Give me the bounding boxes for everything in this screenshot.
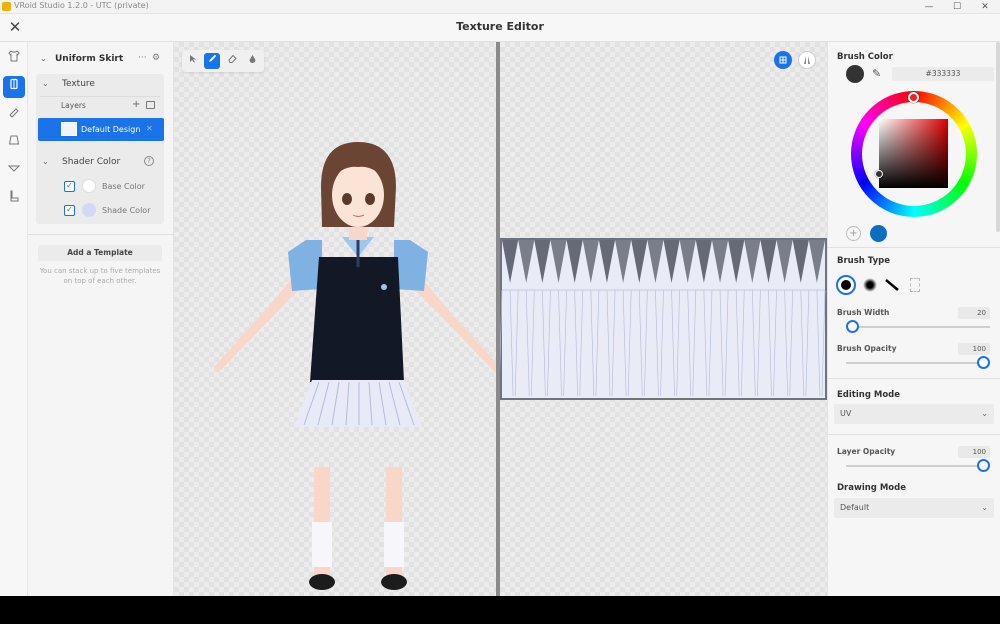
brush-type-hard-button[interactable] [836, 275, 856, 295]
maximize-button[interactable]: ☐ [944, 0, 970, 14]
os-window-title: VRoid Studio 1.2.0 - UTC (private) [14, 1, 149, 10]
brush-type-soft-button[interactable] [863, 278, 877, 292]
base-color-checkbox[interactable]: ✓ [64, 181, 75, 192]
bottom-bar [0, 596, 1000, 624]
add-color-icon[interactable]: + [846, 226, 861, 241]
base-color-label: Base Color [102, 182, 145, 191]
brush-opacity-value[interactable]: 100 [958, 343, 990, 355]
eraser-tool-icon[interactable] [224, 53, 240, 69]
brush-width-thumb[interactable] [846, 320, 859, 333]
import-image-icon[interactable] [146, 101, 155, 109]
brush-settings-panel: Brush Color ✎ #333333 + Brush Type Brush… [827, 42, 1000, 596]
shirt-icon[interactable] [3, 48, 25, 70]
color-handle[interactable] [875, 170, 883, 178]
brush-opacity-label: Brush Opacity [837, 344, 897, 353]
layer-opacity-label: Layer Opacity [837, 447, 896, 456]
drawing-mode-value: Default [840, 503, 870, 512]
os-titlebar: VRoid Studio 1.2.0 - UTC (private) — ☐ ✕ [0, 0, 1000, 14]
divider [828, 378, 1000, 379]
layer-opacity-thumb[interactable] [977, 459, 990, 472]
layer-opacity-slider[interactable] [846, 465, 990, 467]
editing-mode-label: Editing Mode [837, 390, 901, 400]
eyedropper-icon[interactable]: ✎ [872, 67, 881, 80]
shoe-icon[interactable] [3, 188, 25, 210]
uv-texture-map[interactable] [500, 238, 827, 400]
select-tool-icon[interactable] [185, 53, 201, 69]
shade-color-swatch[interactable] [82, 203, 96, 217]
layer-panel: ⌄ Uniform Skirt ··· ⚙ ⌄ Texture Layers +… [28, 42, 174, 596]
texture-section-title: Texture [62, 79, 95, 89]
layer-opacity-value[interactable]: 100 [958, 446, 990, 458]
hex-color-input[interactable]: #333333 [892, 67, 994, 81]
template-hint: You can stack up to five templates on to… [39, 267, 161, 285]
add-template-button[interactable]: Add a Template [38, 245, 162, 261]
add-layer-icon[interactable]: + [132, 99, 140, 110]
settings-sliders-icon[interactable]: ⚙ [152, 53, 160, 63]
brush-tool-icon[interactable] [204, 53, 220, 69]
current-color-swatch[interactable] [846, 65, 864, 83]
tool-palette [182, 50, 264, 72]
accessory-icon[interactable] [3, 160, 25, 182]
minimize-button[interactable]: — [916, 0, 942, 14]
brush-type-custom-button[interactable] [910, 278, 920, 292]
item-name: Uniform Skirt [55, 54, 124, 64]
drawing-mode-select[interactable]: Default ⌄ [834, 498, 994, 518]
chevron-down-icon: ⌄ [981, 503, 988, 512]
layer-thumbnail [61, 122, 77, 136]
collapse-item-icon[interactable]: ⌄ [40, 54, 47, 63]
divider [28, 234, 174, 235]
base-color-swatch[interactable] [82, 179, 96, 193]
avatar-model [214, 142, 500, 590]
more-options-icon[interactable]: ··· [138, 53, 147, 63]
brush-width-label: Brush Width [837, 308, 890, 317]
chevron-down-icon: ⌄ [981, 409, 988, 418]
brush-opacity-thumb[interactable] [977, 356, 990, 369]
hue-handle[interactable] [908, 92, 919, 103]
panel-scrollbar[interactable] [996, 42, 1000, 232]
help-icon[interactable]: ? [144, 156, 154, 166]
shade-color-label: Shade Color [102, 206, 151, 215]
collapse-shader-icon[interactable]: ⌄ [42, 157, 49, 166]
window-close-button[interactable]: ✕ [972, 0, 998, 14]
page-title: Texture Editor [456, 20, 544, 33]
fill-tool-icon[interactable] [244, 53, 260, 69]
jacket-icon[interactable] [3, 76, 25, 98]
category-rail [0, 42, 28, 596]
app-icon [2, 2, 11, 11]
editing-mode-select[interactable]: UV ⌄ [834, 404, 994, 424]
mirror-view-icon[interactable] [798, 51, 816, 69]
collapse-texture-icon[interactable]: ⌄ [42, 79, 49, 88]
editing-mode-value: UV [840, 409, 852, 418]
brush-type-label: Brush Type [837, 256, 890, 266]
saturation-value-square[interactable] [879, 119, 948, 188]
shader-section-title: Shader Color [62, 157, 121, 167]
divider [828, 434, 1000, 435]
brush-width-value[interactable]: 20 [958, 307, 990, 319]
brush-type-pen-button[interactable] [884, 278, 900, 292]
grid-view-icon[interactable] [774, 51, 792, 69]
drawing-mode-label: Drawing Mode [837, 483, 906, 493]
layer-name: Default Design [81, 125, 141, 134]
divider [40, 96, 160, 97]
3d-viewport[interactable] [174, 42, 500, 596]
layer-visibility-icon[interactable]: ✕ [146, 124, 153, 133]
tie-icon[interactable] [3, 104, 25, 126]
app-header: ✕ Texture Editor [0, 14, 1000, 42]
brush-opacity-slider[interactable] [846, 362, 990, 364]
skirt-icon[interactable] [3, 132, 25, 154]
shade-color-checkbox[interactable]: ✓ [64, 205, 75, 216]
divider [828, 247, 1000, 248]
saved-color-swatch[interactable] [870, 225, 887, 242]
brush-color-label: Brush Color [837, 52, 893, 62]
layers-label: Layers [61, 101, 86, 110]
uv-viewport[interactable] [500, 42, 827, 596]
brush-width-slider[interactable] [846, 326, 990, 328]
